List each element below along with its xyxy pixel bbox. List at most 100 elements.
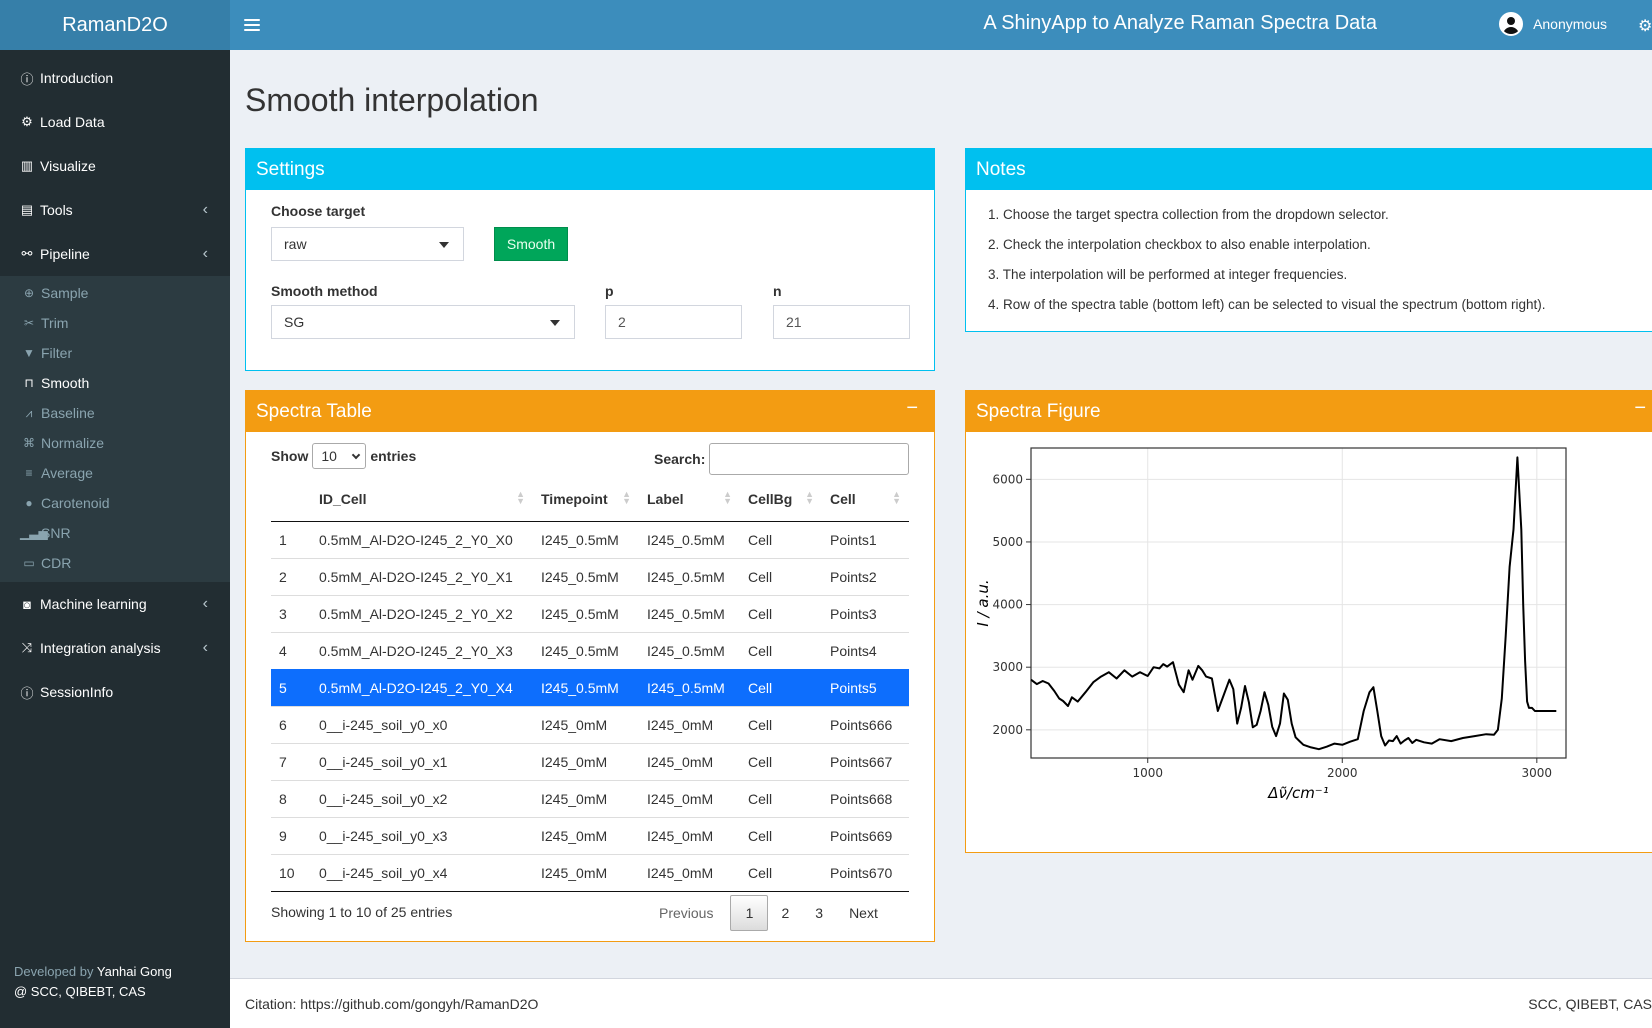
spectra-table-title: Spectra Table − [246,391,934,432]
previous-page-button[interactable]: Previous [646,895,726,931]
sidebar-item-normalize[interactable]: ⌘ Normalize [0,428,230,458]
column-header-index [271,477,311,522]
table-cell: I245_0.5mM [639,594,740,632]
choose-target-select[interactable]: raw [271,227,464,261]
page-button-2[interactable]: 2 [768,895,802,931]
column-header-id-cell[interactable]: ID_Cell ▲ ▼ [311,477,533,522]
table-cell: 0__i-245_soil_y0_x0 [311,705,533,743]
chevron-left-icon: ‹ [202,245,208,262]
show-entries: Show 10 entries [271,443,416,469]
table-row[interactable]: 4 0.5mM_Al-D2O-I245_2_Y0_X3 I245_0.5mM I245… [271,631,909,669]
p-input[interactable]: 2 [605,305,742,339]
sidebar-item-load-data[interactable]: ⚙ Load Data [0,100,230,144]
sidebar-item-filter[interactable]: ▼ Filter [0,338,230,368]
table-row[interactable]: 9 0__i-245_soil_y0_x3 I245_0mM I245_0mM Cell… [271,816,909,854]
collapse-icon[interactable]: − [906,397,918,420]
sidebar-item-smooth[interactable]: ⊓ Smooth [0,368,230,398]
citation-link[interactable]: https://github.com/gongyh/RamanD2O [300,996,538,1012]
table-cell: I245_0mM [533,816,639,854]
sidebar-item-snr[interactable]: ▁▃▅ SNR [0,518,230,548]
table-cell: 0.5mM_Al-D2O-I245_2_Y0_X2 [311,594,533,632]
scissors-icon: ✂ [23,316,35,330]
table-header-row: ID_Cell ▲ ▼ Timepoint ▲ ▼ Label ▲ ▼ CellBg ▲ ▼ C… [271,477,909,522]
app-title: A ShinyApp to Analyze Raman Spectra Data [983,12,1377,34]
n-input[interactable]: 21 [773,305,910,339]
smooth-method-select[interactable]: SG [271,305,575,339]
sidebar-toggle-icon[interactable] [244,14,260,36]
sidebar-item-sessioninfo[interactable]: ⓘ SessionInfo [0,670,230,714]
table-row[interactable]: 8 0__i-245_soil_y0_x2 I245_0mM I245_0mM Cell… [271,779,909,817]
table-cell: I245_0mM [533,779,639,817]
table-cell: Cell [740,594,822,632]
sidebar-item-pipeline[interactable]: ⚯ Pipeline ‹ [0,232,230,276]
collapse-icon[interactable]: − [1634,397,1646,420]
table-cell: 9 [271,816,311,854]
page-button-3[interactable]: 3 [802,895,836,931]
column-header-timepoint[interactable]: Timepoint ▲ ▼ [533,477,639,522]
table-cell: I245_0.5mM [639,668,740,706]
table-row[interactable]: 5 0.5mM_Al-D2O-I245_2_Y0_X4 I245_0.5mM I245… [271,668,909,706]
sidebar-item-baseline[interactable]: ⩘ Baseline [0,398,230,428]
table-cell: 6 [271,705,311,743]
footer: Citation: https://github.com/gongyh/Rama… [230,978,1652,1028]
page-length-select[interactable]: 10 [312,443,367,469]
note-item: 1. Choose the target spectra collection … [988,207,1389,222]
table-row[interactable]: 3 0.5mM_Al-D2O-I245_2_Y0_X2 I245_0.5mM I245… [271,594,909,632]
info-circle-icon: ⓘ [20,71,34,87]
info-circle-icon: ⓘ [20,685,34,701]
footer-org: SCC, QIBEBT, CAS [1528,996,1652,1012]
notes-list: 1. Choose the target spectra collection … [988,200,1546,320]
sidebar-item-integration-analysis[interactable]: ⤨ Integration analysis ‹ [0,626,230,670]
user-menu[interactable]: Anonymous [1499,12,1607,36]
search-input[interactable] [709,443,910,475]
gears-icon: ⚙ [21,114,33,129]
app-logo[interactable]: RamanD2O [0,0,230,50]
table-row[interactable]: 2 0.5mM_Al-D2O-I245_2_Y0_X1 I245_0.5mM I245… [271,557,909,595]
column-header-label[interactable]: Label ▲ ▼ [639,477,740,522]
table-cell: Points669 [822,816,909,854]
user-name: Anonymous [1533,16,1607,32]
compress-icon: ⌘ [23,436,35,450]
smooth-method-label: Smooth method [271,283,378,299]
sidebar-item-tools[interactable]: ▤ Tools ‹ [0,188,230,232]
table-cell: 8 [271,779,311,817]
y-tick-label: 6000 [992,472,1023,486]
x-axis-label: Δν̃/cm⁻¹ [1267,784,1328,802]
p-label: p [605,283,614,299]
robot-icon: ◙ [23,596,31,612]
table-row[interactable]: 1 0.5mM_Al-D2O-I245_2_Y0_X0 I245_0.5mM I245… [271,520,909,558]
table-cell: Points4 [822,631,909,669]
sidebar-item-introduction[interactable]: ⓘ Introduction [0,56,230,100]
sidebar-item-average[interactable]: ≡ Average [0,458,230,488]
table-cell: 4 [271,631,311,669]
gears-icon[interactable]: ⚙ [1638,16,1652,36]
smooth-button[interactable]: Smooth [494,227,568,261]
n-label: n [773,283,782,299]
page-button-1[interactable]: 1 [730,895,769,931]
sort-icon: ▲ ▼ [723,489,732,506]
table-row[interactable]: 7 0__i-245_soil_y0_x1 I245_0mM I245_0mM Cell… [271,742,909,780]
table-cell: Points3 [822,594,909,632]
y-tick-label: 2000 [992,723,1023,737]
sidebar-item-cdr[interactable]: ▭ CDR [0,548,230,578]
sidebar-item-carotenoid[interactable]: ● Carotenoid [0,488,230,518]
next-page-button[interactable]: Next [836,895,891,931]
note-item: 2. Check the interpolation checkbox to a… [988,237,1371,252]
notes-box-title: Notes [966,149,1652,190]
sidebar-item-machine-learning[interactable]: ◙ Machine learning ‹ [0,582,230,626]
table-cell: Cell [740,816,822,854]
sidebar-item-sample[interactable]: ⊕ Sample [0,278,230,308]
column-header-cell[interactable]: Cell ▲ ▼ [822,477,909,522]
table-row[interactable]: 6 0__i-245_soil_y0_x0 I245_0mM I245_0mM Cell… [271,705,909,743]
table-cell: 2 [271,557,311,595]
table-row[interactable]: 10 0__i-245_soil_y0_x4 I245_0mM I245_0mM Cel… [271,853,909,892]
column-header-cellbg[interactable]: CellBg ▲ ▼ [740,477,822,522]
table-cell: 0.5mM_Al-D2O-I245_2_Y0_X4 [311,668,533,706]
developer-name[interactable]: Yanhai Gong [97,964,172,979]
table-cell: 0.5mM_Al-D2O-I245_2_Y0_X1 [311,557,533,595]
table-cell: Cell [740,668,822,706]
sidebar-item-trim[interactable]: ✂ Trim [0,308,230,338]
spectra-table: ID_Cell ▲ ▼ Timepoint ▲ ▼ Label ▲ ▼ CellBg ▲ ▼ C… [271,477,909,892]
table-cell: I245_0.5mM [533,557,639,595]
sidebar-item-visualize[interactable]: ▥ Visualize [0,144,230,188]
